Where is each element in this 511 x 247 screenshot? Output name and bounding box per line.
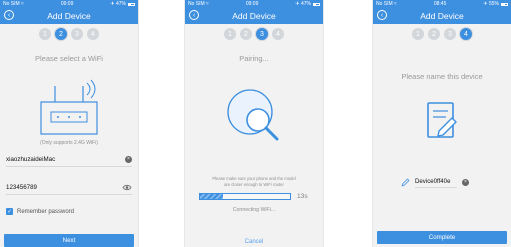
- step-indicator: 1 2 3 4: [0, 28, 138, 42]
- searching-magnifier-icon: [227, 89, 279, 141]
- pairing-status: Pairing...: [239, 54, 269, 63]
- back-icon[interactable]: ‹: [189, 10, 199, 20]
- back-icon[interactable]: ‹: [4, 10, 14, 20]
- eye-icon[interactable]: [122, 184, 132, 191]
- remember-password-row[interactable]: ✓ Remember password: [6, 208, 74, 215]
- checkbox-icon[interactable]: ✓: [6, 208, 13, 215]
- page-title: Add Device: [420, 11, 464, 21]
- navigation-bar: ‹ Add Device: [185, 8, 323, 24]
- password-field[interactable]: 123456789: [6, 180, 132, 195]
- navigation-bar: ‹ Add Device: [0, 8, 138, 24]
- step-3-current: 3: [256, 28, 268, 40]
- carrier-label: No SIM ≈: [376, 1, 397, 7]
- step-3: 3: [71, 28, 83, 40]
- back-icon[interactable]: ‹: [377, 10, 387, 20]
- step-1: 1: [224, 28, 236, 40]
- cancel-button[interactable]: Cancel: [185, 239, 323, 245]
- wifi-name-value: xiaozhuzaideiMac: [6, 155, 56, 163]
- battery-status: ✈ 47%: [110, 1, 135, 7]
- status-time: 08:45: [433, 1, 447, 7]
- wifi-prompt: Please select a WiFi: [35, 54, 103, 63]
- wifi-select-screen: No SIM ≈ 09:09 ✈ 47% ‹ Add Device 1 2 3 …: [0, 0, 138, 247]
- step-1: 1: [39, 28, 51, 40]
- name-device-screen: No SIM ≈ 08:45 ✈ 55% ‹ Add Device 1 2 3 …: [373, 0, 511, 247]
- progress-bar: [199, 192, 291, 200]
- step-indicator: 1 2 3 4: [185, 28, 323, 42]
- password-value: 123456789: [6, 183, 37, 191]
- step-2-current: 2: [55, 28, 67, 40]
- wifi-support-note: (Only supports 2.4G WiFi): [40, 140, 98, 146]
- clear-icon[interactable]: ×: [125, 155, 132, 163]
- step-2: 2: [240, 28, 252, 40]
- next-button[interactable]: Next: [4, 234, 134, 247]
- remember-password-label: Remember password: [17, 208, 75, 215]
- status-bar: No SIM ≈ 08:45 ✈ 55%: [373, 0, 511, 8]
- carrier-label: No SIM ≈: [3, 1, 24, 7]
- router-icon: [40, 79, 98, 135]
- wifi-name-field[interactable]: xiaozhuzaideiMac ×: [6, 152, 132, 167]
- step-4-current: 4: [460, 28, 472, 40]
- battery-icon: [127, 2, 135, 6]
- complete-button[interactable]: Complete: [377, 231, 507, 244]
- connecting-status: Connecting WiFi...: [232, 207, 276, 213]
- edit-document-icon: [427, 102, 457, 138]
- pairing-instructions: Please make sure your phone and the mode…: [212, 176, 296, 187]
- step-indicator: 1 2 3 4: [373, 28, 511, 42]
- status-bar: No SIM ≈ 09:09 ✈ 47%: [0, 0, 138, 8]
- battery-status: ✈ 55%: [483, 1, 508, 7]
- step-2: 2: [428, 28, 440, 40]
- step-1: 1: [412, 28, 424, 40]
- progress-fill: [200, 193, 223, 199]
- page-title: Add Device: [232, 11, 276, 21]
- battery-icon: [312, 2, 320, 6]
- name-device-prompt: Please name this device: [401, 72, 483, 81]
- pencil-icon: [401, 178, 410, 186]
- navigation-bar: ‹ Add Device: [373, 8, 511, 24]
- pairing-screen: No SIM ≈ 09:09 ✈ 47% ‹ Add Device 1 2 3 …: [185, 0, 323, 247]
- pairing-progress: 13s: [199, 192, 316, 200]
- status-time: 09:09: [60, 1, 74, 7]
- battery-status: ✈ 47%: [295, 1, 320, 7]
- step-4: 4: [272, 28, 284, 40]
- step-3: 3: [444, 28, 456, 40]
- status-time: 09:09: [245, 1, 259, 7]
- page-title: Add Device: [47, 11, 91, 21]
- step-4: 4: [87, 28, 99, 40]
- device-name-field[interactable]: Device0ff40e ×: [401, 176, 483, 188]
- countdown-timer: 13s: [297, 192, 308, 200]
- clear-icon[interactable]: ×: [462, 178, 469, 186]
- carrier-label: No SIM ≈: [188, 1, 209, 7]
- status-bar: No SIM ≈ 09:09 ✈ 47%: [185, 0, 323, 8]
- device-name-input[interactable]: Device0ff40e: [415, 177, 457, 188]
- battery-icon: [500, 2, 508, 6]
